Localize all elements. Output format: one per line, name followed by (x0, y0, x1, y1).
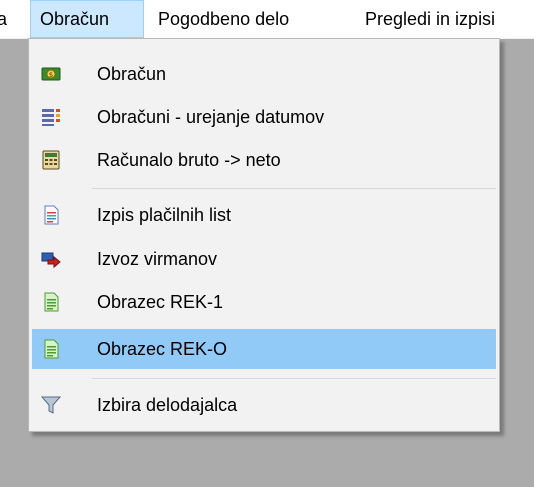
filter-icon (40, 394, 62, 416)
menu-item-label: Izbira delodajalca (97, 395, 238, 415)
menu-item-izpis-placilnih-list[interactable]: Izpis plačilnih list (32, 195, 496, 235)
menu-separator (92, 378, 496, 379)
export-arrow-icon (40, 248, 62, 270)
menu-separator (92, 188, 496, 189)
menu-item-label: Obračun (97, 64, 167, 84)
menu-item-izvoz-virmanov[interactable]: Izvoz virmanov (32, 239, 496, 279)
menu-item-label: Izvoz virmanov (97, 249, 218, 269)
menu-item-label: Izpis plačilnih list (97, 205, 232, 225)
calculator-icon (40, 149, 62, 171)
menu-item-obracun[interactable]: $ Obračun (32, 54, 496, 94)
menu-item-obracuni-urejanje-datumov[interactable]: Obračuni - urejanje datumov (32, 97, 496, 137)
menu-item-label: Obračuni - urejanje datumov (97, 107, 325, 127)
menubar-item-pogodbeno-delo[interactable]: Pogodbeno delo (158, 0, 289, 38)
green-document-icon (40, 338, 62, 360)
menubar-item-label: Pregledi in izpisi (365, 9, 496, 29)
menu-item-obrazec-rek-1[interactable]: Obrazec REK-1 (32, 282, 496, 322)
list-grid-icon (40, 106, 62, 128)
menubar-item-pregledi-in-izpisi[interactable]: Pregledi in izpisi (365, 0, 495, 38)
menu-item-obrazec-rek-o[interactable]: Obrazec REK-O (32, 329, 496, 369)
money-calculator-icon: $ (40, 63, 62, 85)
obracun-dropdown-menu: $ Obračun Obračuni - urejanje datumov Ra… (28, 38, 500, 432)
menubar-item-label: Obračun (40, 9, 110, 29)
menubar-item-label: Pogodbeno delo (158, 9, 290, 29)
svg-text:$: $ (49, 71, 53, 79)
menu-bar: a Obračun Pogodbeno delo Pregledi in izp… (0, 0, 534, 39)
menubar-item-label: a (0, 9, 7, 29)
menu-item-label: Računalo bruto -> neto (97, 150, 281, 170)
menu-item-racunalo-bruto-neto[interactable]: Računalo bruto -> neto (32, 140, 496, 180)
menubar-item-obracun[interactable]: Obračun (30, 0, 144, 38)
menu-item-label: Obrazec REK-1 (97, 292, 224, 312)
green-document-icon (40, 291, 62, 313)
menu-item-izbira-delodajalca[interactable]: Izbira delodajalca (32, 385, 496, 425)
menubar-item-previous[interactable]: a (0, 0, 7, 38)
menu-item-label: Obrazec REK-O (97, 339, 228, 359)
document-icon (40, 204, 62, 226)
